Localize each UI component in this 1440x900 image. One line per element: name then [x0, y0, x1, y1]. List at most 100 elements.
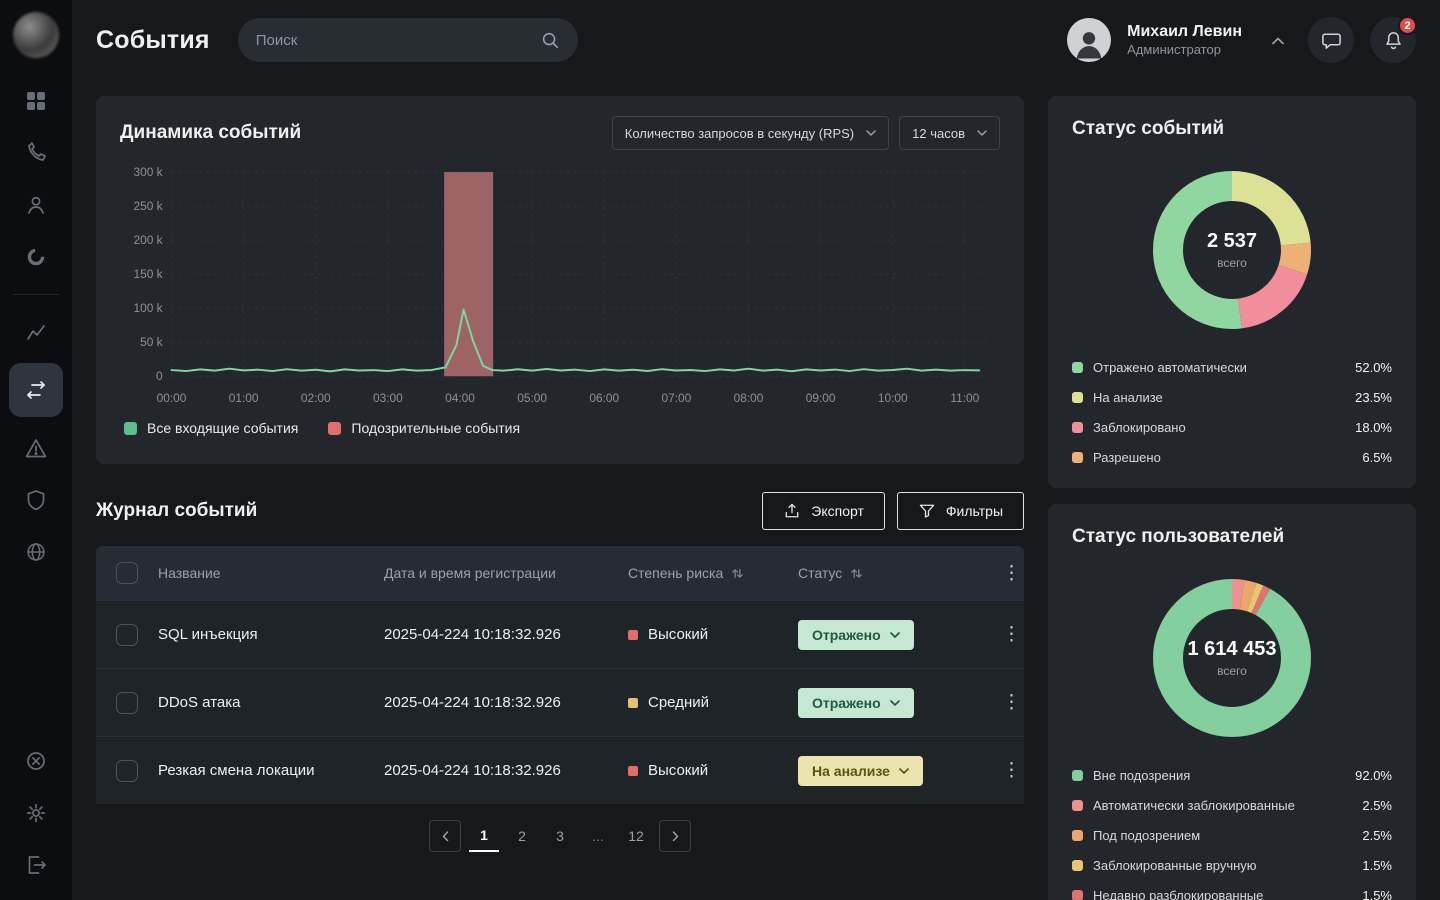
status-dropdown[interactable]: На анализе	[798, 756, 923, 786]
legend-row: Недавно разблокированные 1.5%	[1072, 882, 1392, 900]
filter-icon	[918, 502, 936, 520]
user-menu-toggle[interactable]	[1264, 27, 1292, 54]
row-menu-button[interactable]: ⋮	[990, 623, 1024, 646]
sidebar-item-users[interactable]	[11, 184, 61, 226]
svg-text:06:00: 06:00	[589, 391, 619, 405]
risk-label: Средний	[648, 694, 709, 711]
legend-dot	[1072, 800, 1083, 811]
legend-label: Вне подозрения	[1093, 768, 1190, 783]
pagination-next-button[interactable]	[659, 820, 691, 852]
app-logo[interactable]	[13, 12, 59, 58]
notifications-button[interactable]: 2	[1370, 17, 1416, 63]
sidebar-item-calls[interactable]	[11, 132, 61, 174]
column-header-risk[interactable]: Степень риска	[628, 565, 798, 581]
chevron-left-icon	[442, 831, 449, 842]
sidebar-item-blocked[interactable]	[11, 740, 61, 782]
sort-icon	[731, 567, 744, 580]
sidebar-item-settings[interactable]	[11, 792, 61, 834]
events-status-legend: Отражено автоматически 52.0% На анализе …	[1072, 354, 1392, 470]
events-total-caption: всего	[1217, 256, 1247, 270]
legend-value: 2.5%	[1362, 828, 1392, 843]
chevron-up-icon	[1272, 37, 1284, 45]
svg-text:100 k: 100 k	[134, 301, 163, 315]
legend-value: 1.5%	[1362, 858, 1392, 873]
select-all-checkbox[interactable]	[116, 562, 138, 584]
journal-header: Журнал событий Экспорт Фильтры	[96, 492, 1024, 530]
sidebar-item-dashboard[interactable]	[11, 80, 61, 122]
legend-label: Все входящие события	[147, 420, 298, 436]
sidebar-divider	[13, 294, 59, 295]
transfer-arrows-icon	[25, 379, 47, 401]
legend-label: На анализе	[1093, 390, 1163, 405]
pagination-page-3[interactable]: 3	[545, 820, 575, 852]
row-menu-button[interactable]: ⋮	[990, 691, 1024, 714]
pagination-page-1[interactable]: 1	[469, 820, 499, 852]
pagination-prev-button[interactable]	[429, 820, 461, 852]
shield-icon	[25, 489, 47, 511]
legend-swatch-red	[328, 422, 341, 435]
legend-swatch-green	[124, 422, 137, 435]
risk-indicator	[628, 766, 638, 776]
export-button[interactable]: Экспорт	[762, 492, 885, 530]
pagination-page-12[interactable]: 12	[621, 820, 651, 852]
legend-value: 2.5%	[1362, 798, 1392, 813]
events-status-donut: 2 537 всего	[1144, 162, 1320, 338]
donut-center: 2 537 всего	[1144, 162, 1320, 338]
journal-title: Журнал событий	[96, 500, 257, 522]
gear-icon	[25, 802, 47, 824]
export-icon	[783, 502, 801, 520]
pagination-page-2[interactable]: 2	[507, 820, 537, 852]
risk-cell: Высокий	[628, 762, 798, 779]
sidebar-item-security[interactable]	[11, 479, 61, 521]
chevron-down-icon	[890, 632, 900, 638]
sidebar-item-events[interactable]	[9, 363, 63, 417]
users-status-title: Статус пользователей	[1072, 526, 1392, 548]
content: Динамика событий Количество запросов в с…	[72, 80, 1440, 900]
sidebar-item-alerts[interactable]	[11, 427, 61, 469]
row-checkbox[interactable]	[116, 692, 138, 714]
chevron-down-icon	[899, 768, 909, 774]
status-dropdown[interactable]: Отражено	[798, 620, 914, 650]
svg-text:04:00: 04:00	[445, 391, 475, 405]
legend-dot	[1072, 830, 1083, 841]
users-total: 1 614 453	[1188, 638, 1277, 661]
legend-row: На анализе 23.5%	[1072, 384, 1392, 410]
person-icon	[25, 194, 47, 216]
risk-label: Высокий	[648, 626, 708, 643]
legend-dot	[1072, 890, 1083, 900]
search-input[interactable]	[256, 32, 530, 49]
column-header-status[interactable]: Статус	[798, 565, 990, 581]
chart-legend: Все входящие события Подозрительные собы…	[120, 420, 1000, 436]
svg-text:08:00: 08:00	[734, 391, 764, 405]
legend-label: Заблокировано	[1093, 420, 1186, 435]
time-range-select[interactable]: 12 часов	[899, 116, 1000, 150]
sidebar-nav	[9, 80, 63, 573]
svg-text:02:00: 02:00	[301, 391, 331, 405]
user-avatar[interactable]	[1067, 18, 1111, 62]
filters-button[interactable]: Фильтры	[897, 492, 1024, 530]
svg-text:250 k: 250 k	[134, 199, 163, 213]
risk-label: Высокий	[648, 762, 708, 779]
column-header-date: Дата и время регистрации	[384, 565, 628, 581]
legend-row: Разрешено 6.5%	[1072, 444, 1392, 470]
messages-button[interactable]	[1308, 17, 1354, 63]
metric-select-value: Количество запросов в секунду (RPS)	[625, 126, 854, 141]
sidebar-item-logout[interactable]	[11, 844, 61, 886]
pagination: 1 2 3 ... 12	[96, 820, 1024, 852]
row-checkbox[interactable]	[116, 760, 138, 782]
sidebar-item-analytics[interactable]	[11, 311, 61, 353]
events-status-card: Статус событий 2 537 всего Отражено авто…	[1048, 96, 1416, 488]
events-dynamics-title: Динамика событий	[120, 122, 301, 144]
table-menu-button[interactable]: ⋮	[990, 562, 1024, 585]
user-role: Администратор	[1127, 42, 1242, 58]
events-dynamics-card: Динамика событий Количество запросов в с…	[96, 96, 1024, 464]
row-checkbox[interactable]	[116, 624, 138, 646]
warning-icon	[25, 437, 47, 459]
legend-dot	[1072, 392, 1083, 403]
metric-select[interactable]: Количество запросов в секунду (RPS)	[612, 116, 889, 150]
sidebar-item-reports[interactable]	[11, 236, 61, 278]
row-menu-button[interactable]: ⋮	[990, 759, 1024, 782]
left-column: Динамика событий Количество запросов в с…	[96, 96, 1024, 900]
status-dropdown[interactable]: Отражено	[798, 688, 914, 718]
sidebar-item-network[interactable]	[11, 531, 61, 573]
